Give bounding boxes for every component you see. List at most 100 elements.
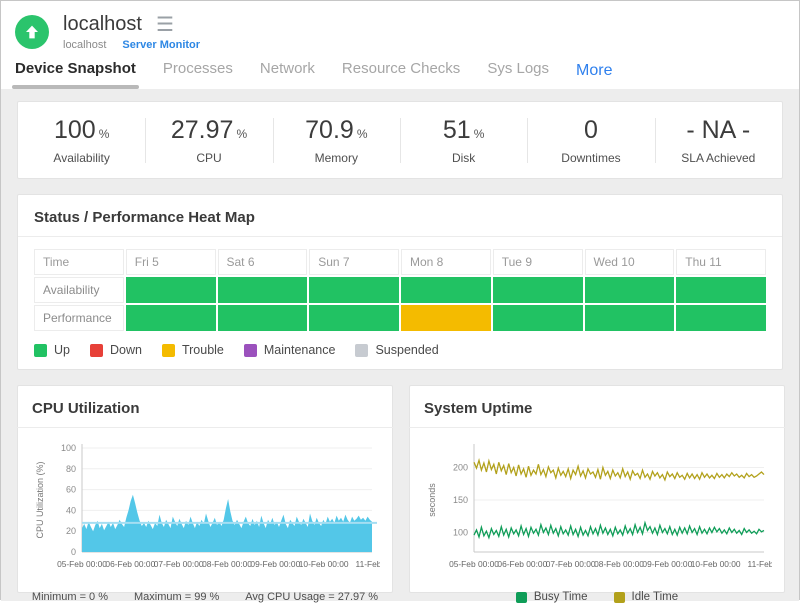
stat-label: Disk	[400, 151, 527, 165]
heatmap-row-label: Performance	[34, 305, 124, 331]
series-legend-label: Idle Time	[632, 591, 679, 603]
svg-text:07-Feb 00:00: 07-Feb 00:00	[546, 559, 596, 569]
tab-bar: Device Snapshot Processes Network Resource …	[1, 57, 799, 89]
svg-text:08-Feb 00:00: 08-Feb 00:00	[202, 559, 252, 569]
svg-text:10-Feb 00:00: 10-Feb 00:00	[691, 559, 741, 569]
tab-device-snapshot[interactable]: Device Snapshot	[15, 56, 136, 89]
tab-resource-checks[interactable]: Resource Checks	[342, 56, 460, 89]
summary-stats-card: 100%Availability27.97%CPU70.9%Memory51%D…	[17, 101, 783, 179]
heatmap-column-fri-5: Fri 5	[126, 249, 216, 275]
legend-label: Suspended	[375, 343, 438, 357]
stat-value: 70.9%	[273, 116, 400, 145]
heatmap-table: TimeFri 5Sat 6Sun 7Mon 8Tue 9Wed 10Thu 1…	[32, 247, 768, 333]
heatmap-row-label: Availability	[34, 277, 124, 303]
stat-cpu: 27.97%CPU	[145, 110, 272, 171]
stat-sla-achieved: - NA - SLA Achieved	[655, 110, 782, 171]
stat-memory: 70.9% Memory	[273, 110, 400, 171]
svg-text:08-Feb 00:00: 08-Feb 00:00	[594, 559, 644, 569]
tab-more[interactable]: More	[576, 58, 612, 92]
heatmap-column-time: Time	[34, 249, 124, 275]
svg-text:09-Feb 00:00: 09-Feb 00:00	[250, 559, 300, 569]
heatmap-column-thu-11: Thu 11	[676, 249, 766, 275]
system-uptime-card: System Uptime 100 150 200 seconds 05-Feb 00:…	[409, 385, 785, 593]
heatmap-cell-trouble[interactable]	[401, 305, 491, 331]
legend-label: Down	[110, 343, 142, 357]
heatmap-cell-up[interactable]	[401, 277, 491, 303]
tab-processes[interactable]: Processes	[163, 56, 233, 89]
svg-text:11-Feb 0: 11-Feb 0	[748, 559, 772, 569]
heatmap-cell-up[interactable]	[309, 305, 399, 331]
stat-unit: %	[236, 127, 247, 141]
heatmap-row-availability: Availability	[34, 277, 766, 303]
svg-text:60: 60	[66, 485, 76, 495]
legend-swatch-up	[34, 344, 47, 357]
svg-text:100: 100	[61, 443, 76, 453]
page-header: localhost ☰ localhost Server Monitor	[1, 1, 799, 57]
status-legend: UpDownTroubleMaintenanceSuspended	[34, 343, 766, 357]
stat-availability: 100% Availability	[18, 110, 145, 171]
divider	[16, 427, 394, 428]
heatmap-cell-up[interactable]	[676, 277, 766, 303]
arrow-up-icon	[23, 23, 41, 41]
heatmap-cell-up[interactable]	[493, 277, 583, 303]
heatmap-column-tue-9: Tue 9	[493, 249, 583, 275]
legend-label: Up	[54, 343, 70, 357]
cpu-footer-stat: Avg CPU Usage = 27.97 %	[245, 591, 378, 603]
uptime-chart-title: System Uptime	[422, 398, 772, 427]
svg-text:05-Feb 00:00: 05-Feb 00:00	[449, 559, 499, 569]
svg-text:05-Feb 00:00: 05-Feb 00:00	[57, 559, 107, 569]
heatmap-cell-up[interactable]	[126, 277, 216, 303]
heatmap-cell-up[interactable]	[585, 305, 675, 331]
system-uptime-plot: 100150200seconds05-Feb 00:0006-Feb 00:00…	[422, 438, 772, 584]
stat-label: SLA Achieved	[655, 151, 782, 165]
heatmap-cell-up[interactable]	[218, 305, 308, 331]
svg-text:200: 200	[453, 463, 468, 473]
heatmap-column-sun-7: Sun 7	[309, 249, 399, 275]
legend-item-maintenance: Maintenance	[244, 343, 336, 357]
series-legend-idle-time: Idle Time	[614, 591, 679, 603]
stat-unit: %	[357, 127, 368, 141]
svg-text:seconds: seconds	[427, 483, 437, 517]
divider	[18, 236, 782, 237]
stat-label: Availability	[18, 151, 145, 165]
hamburger-menu-icon[interactable]: ☰	[156, 15, 173, 35]
charts-row: CPU Utilization 020406080100CPU Utilizat…	[17, 385, 783, 593]
svg-text:100: 100	[453, 528, 468, 538]
stat-label: Memory	[273, 151, 400, 165]
legend-label: Maintenance	[264, 343, 336, 357]
heatmap-cell-up[interactable]	[676, 305, 766, 331]
device-status-avatar[interactable]	[15, 15, 49, 49]
stat-unit: %	[474, 127, 485, 141]
svg-text:20: 20	[66, 526, 76, 536]
cpu-chart: 020406080100CPU Utilization (%)05-Feb 00…	[30, 438, 380, 589]
heatmap-cell-up[interactable]	[493, 305, 583, 331]
tab-sys-logs[interactable]: Sys Logs	[487, 56, 549, 89]
stat-label: Downtimes	[527, 151, 654, 165]
svg-text:0: 0	[71, 547, 76, 557]
tab-network[interactable]: Network	[260, 56, 315, 89]
stat-value: 0	[527, 116, 654, 145]
heatmap-cell-up[interactable]	[218, 277, 308, 303]
svg-text:40: 40	[66, 505, 76, 515]
svg-text:11-Feb 0: 11-Feb 0	[356, 559, 380, 569]
series-swatch-busy-time	[516, 592, 527, 603]
device-title: localhost	[63, 13, 142, 36]
heatmap-title: Status / Performance Heat Map	[32, 207, 768, 236]
cpu-chart-title: CPU Utilization	[30, 398, 380, 427]
svg-text:09-Feb 00:00: 09-Feb 00:00	[642, 559, 692, 569]
svg-text:150: 150	[453, 495, 468, 505]
stat-value: - NA -	[655, 116, 782, 145]
heatmap-cell-up[interactable]	[126, 305, 216, 331]
legend-swatch-maintenance	[244, 344, 257, 357]
breadcrumb: localhost Server Monitor	[63, 39, 799, 51]
heatmap-cell-up[interactable]	[585, 277, 675, 303]
legend-item-suspended: Suspended	[355, 343, 438, 357]
heatmap-header-row: TimeFri 5Sat 6Sun 7Mon 8Tue 9Wed 10Thu 1…	[34, 249, 766, 275]
heatmap-cell-up[interactable]	[309, 277, 399, 303]
svg-text:07-Feb 00:00: 07-Feb 00:00	[154, 559, 204, 569]
heatmap-row-performance: Performance	[34, 305, 766, 331]
breadcrumb-category-link[interactable]: Server Monitor	[122, 39, 200, 51]
svg-text:10-Feb 00:00: 10-Feb 00:00	[299, 559, 349, 569]
stat-value: 100%	[18, 116, 145, 145]
uptime-series-legend: Busy TimeIdle Time	[422, 591, 772, 603]
